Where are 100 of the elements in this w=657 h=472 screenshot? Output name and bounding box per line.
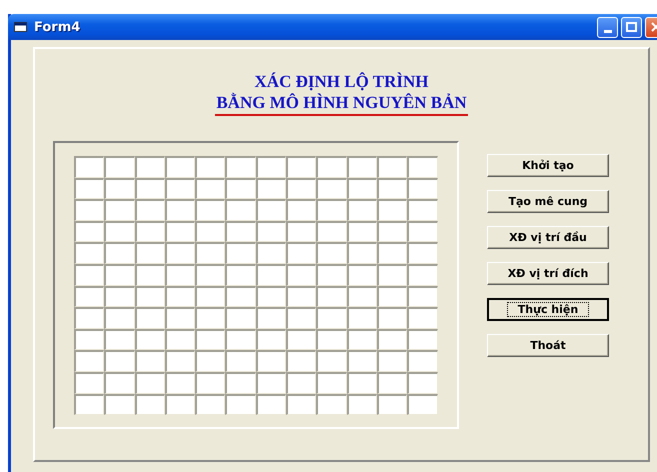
maze-cell[interactable]	[225, 394, 256, 416]
command-button[interactable]: Thoát	[487, 334, 609, 357]
command-button[interactable]: Khởi tạo	[487, 154, 609, 177]
maze-cell[interactable]	[74, 394, 104, 416]
maze-cell[interactable]	[286, 242, 316, 264]
maze-cell[interactable]	[164, 307, 196, 329]
maze-cell[interactable]	[134, 242, 165, 264]
maze-cell[interactable]	[164, 199, 196, 221]
maze-cell[interactable]	[316, 394, 347, 416]
maze-cell[interactable]	[104, 286, 135, 308]
maze-cell[interactable]	[346, 307, 377, 329]
maze-cell[interactable]	[286, 156, 316, 178]
maze-cell[interactable]	[134, 286, 165, 308]
maze-cell[interactable]	[195, 350, 226, 372]
maze-cell[interactable]	[104, 307, 135, 329]
maze-cell[interactable]	[407, 328, 438, 350]
maze-cell[interactable]	[195, 307, 226, 329]
maze-cell[interactable]	[346, 242, 377, 264]
maze-cell[interactable]	[256, 156, 286, 178]
maze-cell[interactable]	[134, 156, 165, 178]
maze-cell[interactable]	[74, 264, 104, 286]
maze-cell[interactable]	[195, 220, 226, 242]
maze-cell[interactable]	[407, 220, 438, 242]
maze-cell[interactable]	[225, 328, 256, 350]
maze-cell[interactable]	[286, 328, 316, 350]
maze-cell[interactable]	[256, 328, 286, 350]
maze-cell[interactable]	[286, 199, 316, 221]
maze-cell[interactable]	[376, 242, 408, 264]
maze-cell[interactable]	[376, 156, 408, 178]
maze-cell[interactable]	[104, 156, 135, 178]
maze-cell[interactable]	[164, 350, 196, 372]
maze-cell[interactable]	[407, 178, 438, 200]
maze-cell[interactable]	[407, 286, 438, 308]
maze-cell[interactable]	[316, 286, 347, 308]
maze-cell[interactable]	[104, 328, 135, 350]
maze-cell[interactable]	[74, 220, 104, 242]
maze-cell[interactable]	[74, 328, 104, 350]
command-button[interactable]: XĐ vị trí đích	[487, 262, 609, 285]
maze-cell[interactable]	[346, 328, 377, 350]
command-button[interactable]: XĐ vị trí đầu	[487, 226, 609, 249]
maze-cell[interactable]	[346, 178, 377, 200]
maze-cell[interactable]	[74, 372, 104, 394]
maze-cell[interactable]	[286, 372, 316, 394]
maze-cell[interactable]	[74, 156, 104, 178]
maze-cell[interactable]	[164, 264, 196, 286]
maze-cell[interactable]	[316, 242, 347, 264]
maze-cell[interactable]	[104, 394, 135, 416]
maze-cell[interactable]	[104, 242, 135, 264]
maze-cell[interactable]	[376, 286, 408, 308]
maze-cell[interactable]	[134, 178, 165, 200]
maze-cell[interactable]	[195, 286, 226, 308]
maze-cell[interactable]	[346, 220, 377, 242]
maze-cell[interactable]	[407, 156, 438, 178]
maze-cell[interactable]	[164, 328, 196, 350]
maze-cell[interactable]	[134, 307, 165, 329]
maze-cell[interactable]	[134, 350, 165, 372]
maze-cell[interactable]	[316, 178, 347, 200]
maze-cell[interactable]	[74, 242, 104, 264]
maze-cell[interactable]	[195, 178, 226, 200]
maze-cell[interactable]	[286, 350, 316, 372]
maze-cell[interactable]	[225, 199, 256, 221]
maze-cell[interactable]	[376, 178, 408, 200]
maze-cell[interactable]	[134, 372, 165, 394]
maze-cell[interactable]	[286, 220, 316, 242]
maze-cell[interactable]	[407, 394, 438, 416]
maze-cell[interactable]	[164, 242, 196, 264]
maze-cell[interactable]	[346, 350, 377, 372]
maze-cell[interactable]	[376, 264, 408, 286]
maze-cell[interactable]	[104, 220, 135, 242]
maze-cell[interactable]	[376, 394, 408, 416]
maze-cell[interactable]	[376, 350, 408, 372]
command-button[interactable]: Thực hiện	[487, 298, 609, 321]
maze-cell[interactable]	[407, 264, 438, 286]
maze-cell[interactable]	[164, 178, 196, 200]
maze-cell[interactable]	[104, 372, 135, 394]
maze-cell[interactable]	[256, 199, 286, 221]
maze-cell[interactable]	[407, 199, 438, 221]
maze-cell[interactable]	[286, 307, 316, 329]
maze-cell[interactable]	[225, 372, 256, 394]
maze-cell[interactable]	[195, 328, 226, 350]
maze-cell[interactable]	[164, 286, 196, 308]
maze-cell[interactable]	[346, 199, 377, 221]
maze-cell[interactable]	[346, 394, 377, 416]
command-button[interactable]: Tạo mê cung	[487, 190, 609, 213]
maze-cell[interactable]	[225, 156, 256, 178]
maze-cell[interactable]	[134, 394, 165, 416]
maze-cell[interactable]	[316, 156, 347, 178]
maze-cell[interactable]	[195, 264, 226, 286]
maze-cell[interactable]	[376, 372, 408, 394]
maze-cell[interactable]	[286, 394, 316, 416]
maze-cell[interactable]	[225, 242, 256, 264]
maze-cell[interactable]	[134, 199, 165, 221]
maze-cell[interactable]	[256, 220, 286, 242]
maze-cell[interactable]	[74, 307, 104, 329]
maze-cell[interactable]	[225, 220, 256, 242]
maze-cell[interactable]	[164, 394, 196, 416]
maze-cell[interactable]	[407, 307, 438, 329]
maze-cell[interactable]	[195, 372, 226, 394]
maze-cell[interactable]	[104, 350, 135, 372]
maze-cell[interactable]	[256, 307, 286, 329]
